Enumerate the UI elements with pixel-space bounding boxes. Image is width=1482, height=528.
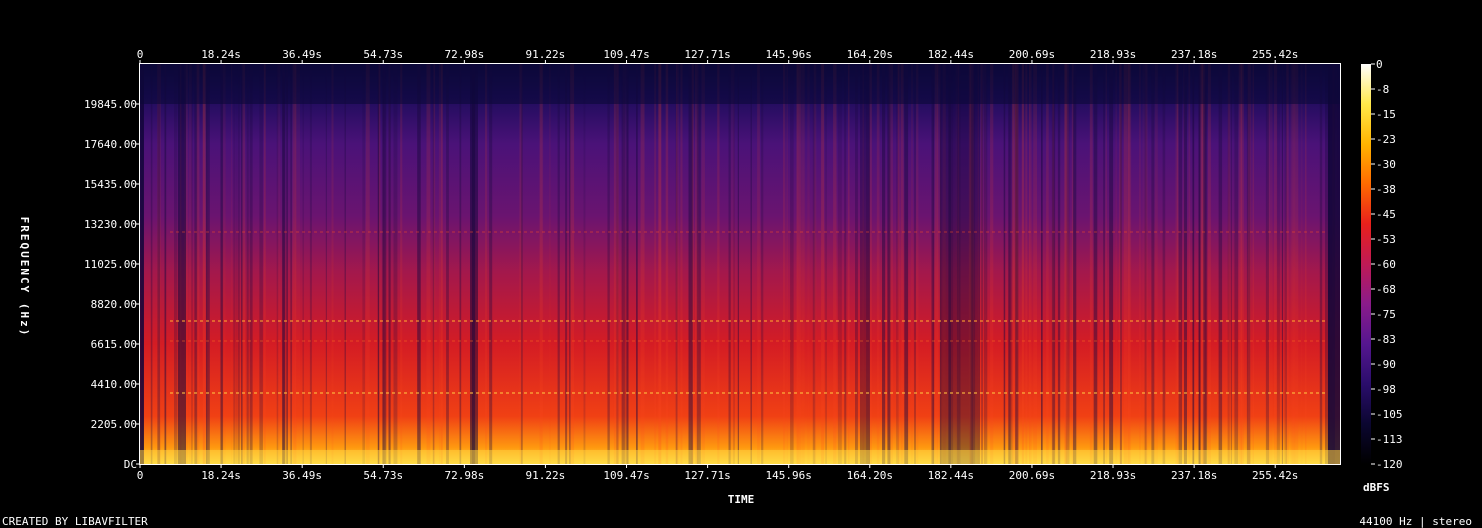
y-tick-label: 19845.00 (84, 98, 137, 111)
colorbar-tick-label: -8 (1376, 83, 1389, 96)
x-tick-label-top: 255.42s (1252, 48, 1298, 61)
spectrogram-chart: 0 18.24s 36.49s 54.73s 72.98s 91.22s 109.47s 12… (2, 48, 1472, 528)
x-tick-label-bottom: 200.69s (1009, 469, 1055, 482)
colorbar (1361, 64, 1371, 464)
colorbar-label: dBFS (1363, 481, 1390, 494)
colorbar-tick-label: -83 (1376, 333, 1396, 346)
x-tick-label-top: 91.22s (526, 48, 566, 61)
x-tick-label-bottom: 164.20s (847, 469, 893, 482)
colorbar-tick-label: -60 (1376, 258, 1396, 271)
x-tick-label-top: 36.49s (282, 48, 322, 61)
quiet-band (470, 64, 478, 464)
x-axis-label: TIME (728, 493, 755, 506)
x-tick-label-bottom: 54.73s (363, 469, 403, 482)
y-tick-label: 8820.00 (91, 298, 137, 311)
colorbar-tick-label: -23 (1376, 133, 1396, 146)
x-tick-label-top: 72.98s (444, 48, 484, 61)
x-tick-label-top: 18.24s (201, 48, 241, 61)
x-tick-label-top: 200.69s (1009, 48, 1055, 61)
spectrogram-image (140, 64, 1340, 464)
x-axis-top: 0 18.24s 36.49s 54.73s 72.98s 91.22s 109.47s 12… (137, 48, 1298, 64)
x-tick-label-top: 145.96s (766, 48, 812, 61)
footer-left-text: CREATED BY LIBAVFILTER (2, 515, 148, 528)
y-tick-label: 2205.00 (91, 418, 137, 431)
x-tick-label-top: 54.73s (363, 48, 403, 61)
colorbar-tick-label: -75 (1376, 308, 1396, 321)
x-tick-label-top: 182.44s (928, 48, 974, 61)
x-tick-label-bottom: 109.47s (603, 469, 649, 482)
colorbar-tick-label: -68 (1376, 283, 1396, 296)
x-tick-label-bottom: 237.18s (1171, 469, 1217, 482)
x-tick-label-bottom: 72.98s (444, 469, 484, 482)
colorbar-tick-label: 0 (1376, 58, 1383, 71)
x-tick-label-bottom: 218.93s (1090, 469, 1136, 482)
quiet-band (178, 64, 186, 464)
x-tick-label-top: 218.93s (1090, 48, 1136, 61)
y-tick-label: 6615.00 (91, 338, 137, 351)
colorbar-tick-label: -38 (1376, 183, 1396, 196)
y-tick-label: 4410.00 (91, 378, 137, 391)
x-tick-label-bottom: 36.49s (282, 469, 322, 482)
x-tick-label-top: 0 (137, 48, 144, 61)
colorbar-tick-label: -105 (1376, 408, 1403, 421)
quiet-band (1328, 64, 1340, 464)
x-tick-label-bottom: 145.96s (766, 469, 812, 482)
y-tick-label: 17640.00 (84, 138, 137, 151)
y-axis-label: FREQUENCY (Hz) (18, 217, 31, 338)
x-tick-label-top: 164.20s (847, 48, 893, 61)
colorbar-tick-label: -120 (1376, 458, 1403, 471)
x-tick-label-bottom: 0 (137, 469, 144, 482)
x-tick-label-top: 127.71s (684, 48, 730, 61)
colorbar-tick-label: -98 (1376, 383, 1396, 396)
y-axis: DC 2205.00 4410.00 6615.00 8820.00 11025.00 13… (84, 98, 140, 471)
low-freq-band (140, 450, 1340, 464)
x-tick-label-bottom: 91.22s (526, 469, 566, 482)
colorbar-tick-label: -45 (1376, 208, 1396, 221)
colorbar-tick-label: -15 (1376, 108, 1396, 121)
colorbar-tick-label: -30 (1376, 158, 1396, 171)
x-tick-label-bottom: 127.71s (684, 469, 730, 482)
high-freq-band (140, 64, 1340, 104)
colorbar-tick-label: -113 (1376, 433, 1403, 446)
quiet-band (940, 64, 980, 464)
x-tick-label-bottom: 255.42s (1252, 469, 1298, 482)
x-tick-label-bottom: 182.44s (928, 469, 974, 482)
y-tick-label: DC (124, 458, 137, 471)
x-tick-label-top: 237.18s (1171, 48, 1217, 61)
spectrogram-base (140, 64, 1340, 464)
y-tick-label: 11025.00 (84, 258, 137, 271)
x-axis-bottom: 0 18.24s 36.49s 54.73s 72.98s 91.22s 109.47s 12… (137, 464, 1298, 482)
y-tick-label: 13230.00 (84, 218, 137, 231)
colorbar-tick-label: -53 (1376, 233, 1396, 246)
quiet-band (860, 64, 870, 464)
colorbar-ticks: 0 -8 -15 -23 -30 -38 -45 -53 -60 -68 -75 -83 -90 -98 -… (1371, 58, 1403, 471)
y-tick-label: 15435.00 (84, 178, 137, 191)
footer-right-text: 44100 Hz | stereo (1359, 515, 1472, 528)
colorbar-tick-label: -90 (1376, 358, 1396, 371)
quiet-band (140, 64, 144, 464)
x-tick-label-bottom: 18.24s (201, 469, 241, 482)
x-tick-label-top: 109.47s (603, 48, 649, 61)
